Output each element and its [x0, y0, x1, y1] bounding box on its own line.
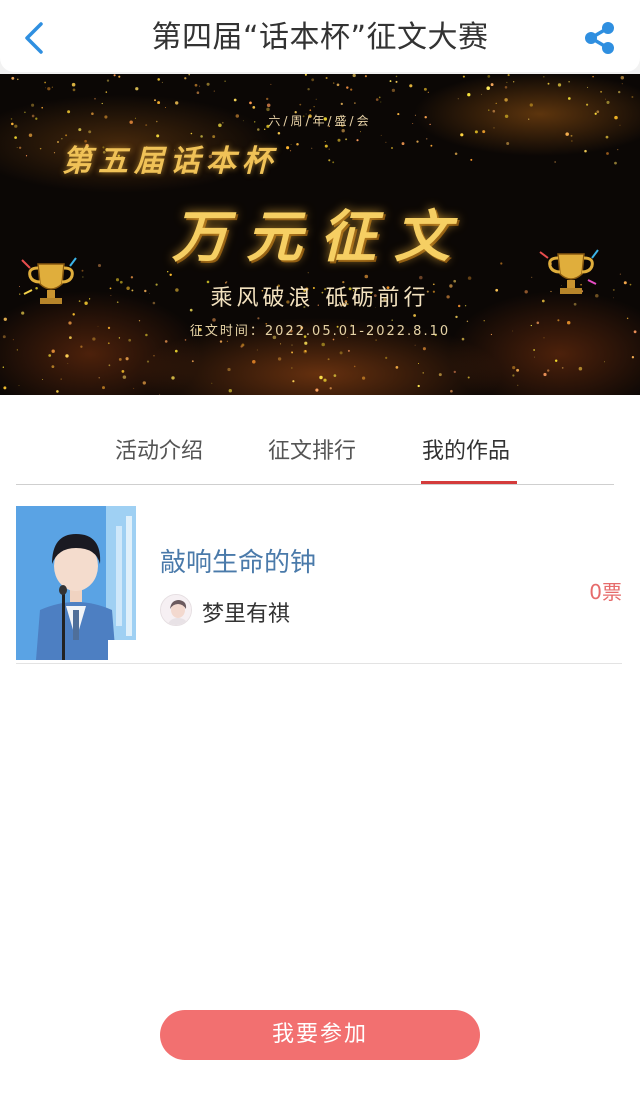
avatar — [160, 594, 192, 626]
join-button[interactable]: 我要参加 — [160, 1010, 480, 1060]
banner-edition-text: 第五届话本杯 — [62, 144, 278, 179]
share-icon — [585, 22, 614, 54]
back-button[interactable] — [14, 16, 54, 60]
contest-banner[interactable]: 六/周/年/盛/会 第五届话本杯 万元征文 乘风破浪 砥砺前行 征文时间：202… — [0, 74, 640, 395]
tab-my-works[interactable]: 我的作品 — [422, 433, 510, 465]
page-title: 第四届“话本杯”征文大赛 — [151, 20, 489, 55]
work-cover-image — [16, 506, 136, 660]
vote-count: 0票 — [589, 580, 622, 604]
tab-activity-intro[interactable]: 活动介绍 — [115, 433, 203, 465]
author-name: 梦里有祺 — [202, 602, 291, 627]
chevron-left-icon — [25, 22, 43, 54]
work-title[interactable]: 敲响生命的钟 — [160, 542, 316, 579]
tab-bar: 活动介绍 征文排行 我的作品 — [16, 395, 614, 485]
banner-dates: 征文时间：2022.05.01-2022.8.10 — [189, 324, 451, 339]
top-bar: 第四届“话本杯”征文大赛 — [0, 0, 640, 74]
tab-essay-ranking[interactable]: 征文排行 — [268, 433, 356, 465]
banner-anniversary-text: 六/周/年/盛/会 — [268, 114, 372, 128]
trophy-icon — [21, 257, 77, 304]
active-tab-indicator — [421, 481, 517, 484]
list-item[interactable]: 敲响生命的钟 梦里有祺 0票 — [16, 506, 622, 664]
trophy-icon — [539, 249, 599, 294]
share-button[interactable] — [580, 18, 620, 58]
